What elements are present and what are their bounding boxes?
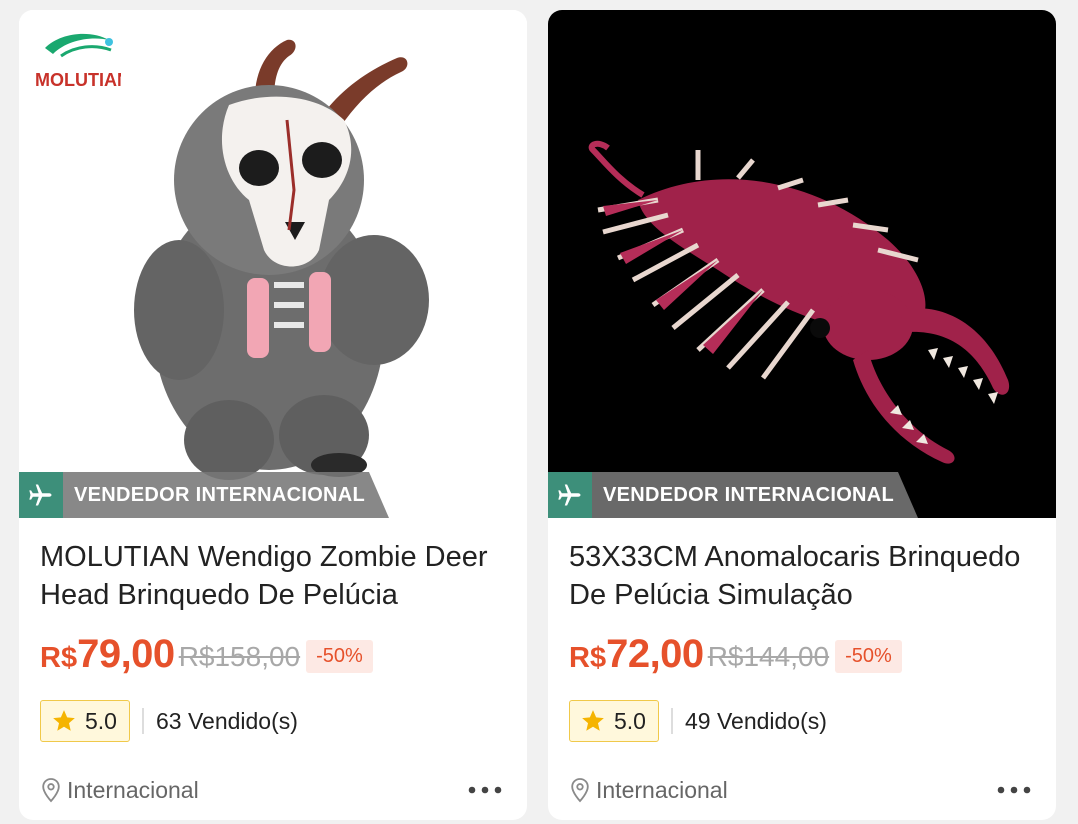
location-label: Internacional [596,776,728,803]
star-icon [53,710,75,731]
badge-label: VENDEDOR INTERNACIONAL [603,483,895,506]
divider [141,708,144,734]
location-label: Internacional [67,776,199,803]
international-seller-badge: VENDEDOR INTERNACIONAL [19,472,389,518]
current-price: R$ 79,00 [40,632,175,677]
rating-badge: 5.0 [569,700,659,742]
sold-count: 63 Vendido(s) [155,707,298,734]
badge-label: VENDEDOR INTERNACIONAL [74,483,366,506]
price-row: R$ 72,00 R$144,00 -50% [569,630,902,678]
sold-count: 49 Vendido(s) [684,707,827,734]
price-value: 72,00 [606,631,704,676]
price-row: R$ 79,00 R$158,00 -50% [40,630,373,678]
airplane-icon [548,472,592,518]
location-row: Internacional [40,770,199,810]
current-price: R$ 72,00 [569,632,704,677]
currency-symbol: R$ [569,641,607,674]
divider [670,708,673,734]
airplane-icon [19,472,63,518]
rating-score: 5.0 [85,707,117,734]
discount-badge: -50% [835,639,902,673]
rating-badge: 5.0 [40,700,130,742]
more-options-icon[interactable] [994,770,1034,810]
original-price: R$144,00 [707,641,830,672]
location-pin-icon [42,778,60,803]
product-title[interactable]: MOLUTIAN Wendigo Zombie Deer Head Brinqu… [40,538,506,614]
price-value: 79,00 [77,631,175,676]
brand-logo-icon: MOLUTIAN [35,33,121,90]
original-price: R$158,00 [178,641,301,672]
product-image[interactable]: VENDEDOR INTERNACIONAL [548,10,1056,518]
product-card[interactable]: MOLUTIAN VENDEDOR INTERNACIONAL MOLUTIAN… [19,10,527,820]
international-seller-badge: VENDEDOR INTERNACIONAL [548,472,918,518]
product-image[interactable]: MOLUTIAN VENDEDOR INTERNACIONAL [19,10,527,518]
product-title[interactable]: 53X33CM Anomalocaris Brinquedo De Pelúci… [569,538,1035,614]
svg-text:MOLUTIAN: MOLUTIAN [35,70,121,90]
more-options-icon[interactable] [465,770,505,810]
currency-symbol: R$ [40,641,78,674]
discount-badge: -50% [306,639,373,673]
location-pin-icon [571,778,589,803]
anomalocaris-plush-image [548,10,1056,518]
star-icon [582,710,604,731]
product-card[interactable]: VENDEDOR INTERNACIONAL 53X33CM Anomaloca… [548,10,1056,820]
rating-score: 5.0 [614,707,646,734]
rating-row: 5.0 63 Vendido(s) [40,700,298,742]
rating-row: 5.0 49 Vendido(s) [569,700,827,742]
location-row: Internacional [569,770,728,810]
